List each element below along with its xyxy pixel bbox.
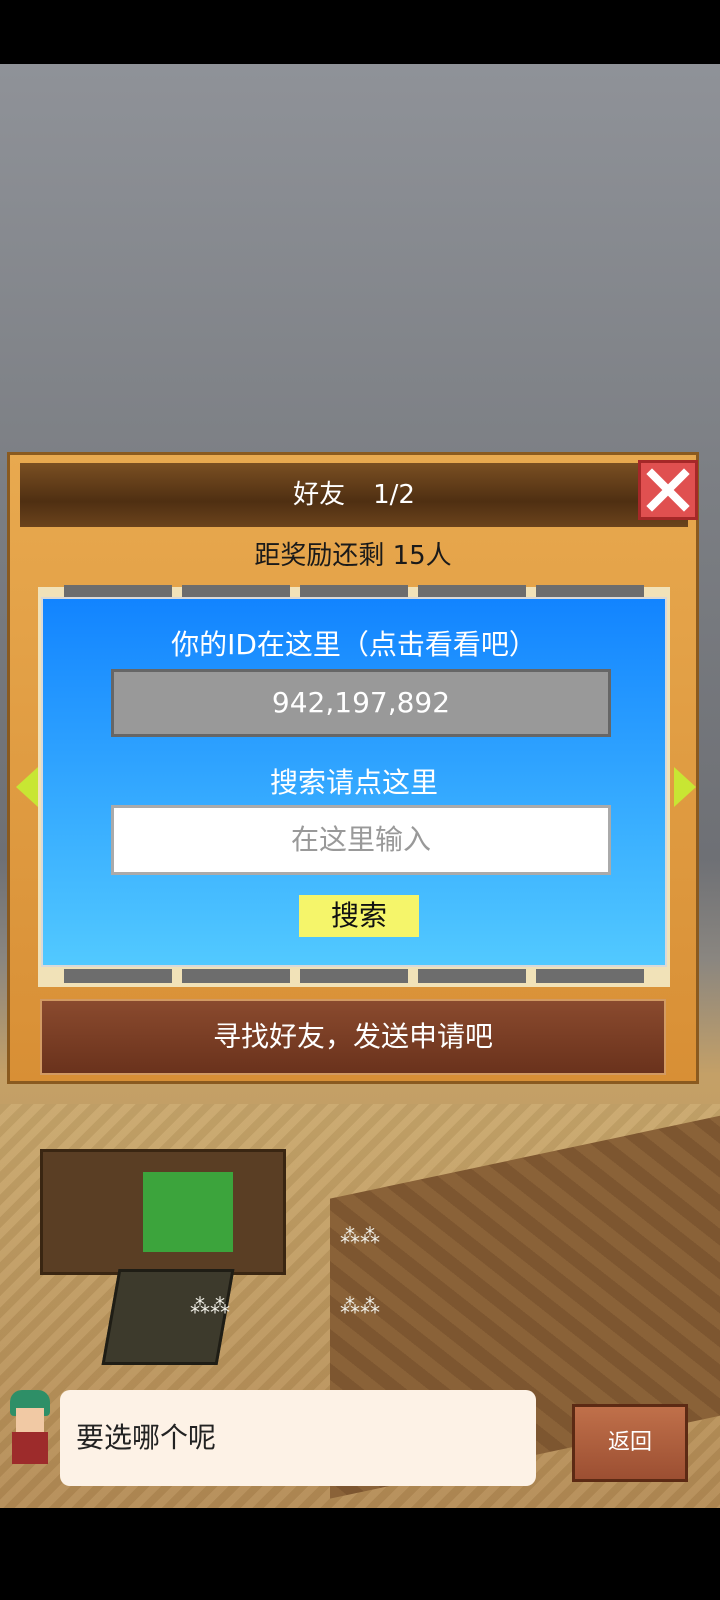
close-icon xyxy=(646,468,690,512)
search-input[interactable]: 在这里输入 xyxy=(111,805,611,875)
arrow-right-icon[interactable] xyxy=(674,767,696,807)
dialog-title: 好友 xyxy=(293,480,346,510)
player-id-field[interactable]: 942,197,892 xyxy=(111,669,611,737)
reward-remaining-text: 距奖励还剩 15人 xyxy=(254,541,452,571)
back-button[interactable]: 返回 xyxy=(572,1404,688,1482)
slot-bar-bottom xyxy=(38,969,670,983)
page-indicator: 1/2 xyxy=(373,480,415,510)
dialog-header: 好友 1/2 xyxy=(20,463,688,527)
bones-decoration: ⁂⁂ xyxy=(340,1224,380,1248)
search-label: 搜索请点这里 xyxy=(269,766,438,799)
find-friends-button[interactable]: 寻找好友，发送申请吧 xyxy=(40,999,666,1075)
bones-decoration: ⁂⁂ xyxy=(340,1294,380,1318)
friends-dialog: 好友 1/2 距奖励还剩 15人 你的ID在这里（点击看看吧） 942,197,8… xyxy=(7,452,699,1084)
building xyxy=(40,1149,286,1275)
avatar xyxy=(4,1390,56,1470)
id-title[interactable]: 你的ID在这里（点击看看吧） xyxy=(43,623,665,663)
chat-message: 要选哪个呢 xyxy=(60,1390,536,1486)
close-button[interactable] xyxy=(638,460,698,520)
id-search-panel: 你的ID在这里（点击看看吧） 942,197,892 搜索请点这里 在这里输入 … xyxy=(41,597,667,967)
search-button[interactable]: 搜索 xyxy=(299,895,419,937)
bones-decoration: ⁂⁂ xyxy=(190,1294,230,1318)
arrow-left-icon[interactable] xyxy=(16,767,38,807)
